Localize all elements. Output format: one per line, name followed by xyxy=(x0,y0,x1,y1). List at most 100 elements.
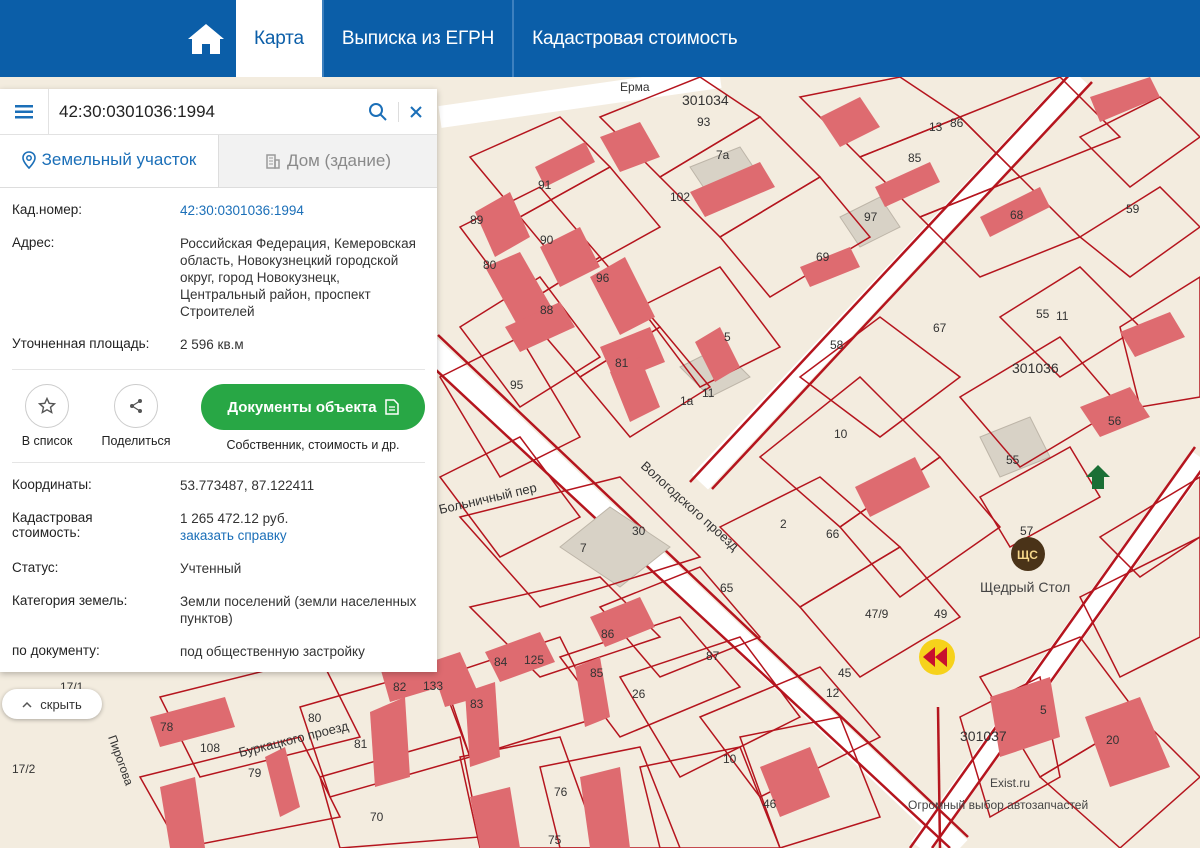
hide-panel-label: скрыть xyxy=(40,696,82,712)
search-divider xyxy=(398,101,399,122)
svg-text:96: 96 xyxy=(596,271,610,285)
area-value: 2 596 кв.м xyxy=(180,337,244,352)
hide-panel-button[interactable]: скрыть xyxy=(2,689,102,719)
svg-text:Exist.ru: Exist.ru xyxy=(990,776,1030,790)
menu-button[interactable] xyxy=(0,89,49,134)
land-category-label: Категория земель: xyxy=(12,593,128,608)
share-circle xyxy=(114,384,158,428)
hamburger-icon xyxy=(15,104,33,118)
svg-text:20: 20 xyxy=(1106,733,1120,747)
search-actions xyxy=(368,101,437,122)
svg-text:59: 59 xyxy=(1126,202,1140,216)
svg-text:80: 80 xyxy=(483,258,497,272)
svg-text:45: 45 xyxy=(838,666,852,680)
tab-cadastral-value[interactable]: Кадастровая стоимость xyxy=(514,0,755,77)
tab-land-parcel-label: Земельный участок xyxy=(41,150,197,169)
location-pin-icon xyxy=(21,151,36,169)
share-icon xyxy=(130,399,142,413)
svg-text:108: 108 xyxy=(200,741,220,755)
tab-egrn-extract[interactable]: Выписка из ЕГРН xyxy=(324,0,512,77)
object-info-panel: Земельный участок Дом (здание) Кад.номер… xyxy=(0,89,437,672)
address-label: Адрес: xyxy=(12,235,55,250)
svg-text:56: 56 xyxy=(1108,414,1122,428)
svg-text:84: 84 xyxy=(494,655,508,669)
svg-text:91: 91 xyxy=(538,178,552,192)
svg-text:82: 82 xyxy=(393,680,407,694)
cadastral-cost-label-line1: Кадастровая xyxy=(12,510,93,525)
cadastral-cost-label-line2: стоимость: xyxy=(12,525,81,540)
svg-text:26: 26 xyxy=(632,687,646,701)
land-category-value: Земли поселений (земли населенных пункто… xyxy=(180,594,417,626)
cadastral-cost-value: 1 265 472.12 руб. xyxy=(180,511,289,526)
cadastral-number-row: Кад.номер: 42:30:0301036:1994 xyxy=(12,188,425,227)
svg-text:301036: 301036 xyxy=(1012,360,1059,376)
svg-text:17/2: 17/2 xyxy=(12,762,36,776)
chevron-up-icon xyxy=(22,701,32,708)
area-row: Уточненная площадь: 2 596 кв.м xyxy=(12,328,425,365)
divider xyxy=(12,369,425,370)
svg-text:5: 5 xyxy=(724,330,731,344)
cadastral-cost-row: Кадастровая стоимость: 1 265 472.12 руб.… xyxy=(12,502,425,552)
svg-text:Ерма: Ерма xyxy=(620,80,650,94)
documents-subtitle: Собственник, стоимость и др. xyxy=(226,438,400,452)
order-certificate-link[interactable]: заказать справку xyxy=(180,528,287,543)
status-row: Статус: Учтенный xyxy=(12,552,425,585)
svg-text:2: 2 xyxy=(780,517,787,531)
svg-text:Щедрый Стол: Щедрый Стол xyxy=(980,579,1070,595)
svg-text:301034: 301034 xyxy=(682,92,729,108)
svg-text:7а: 7а xyxy=(716,148,730,162)
land-category-row: Категория земель: Земли поселений (земли… xyxy=(12,585,425,635)
svg-text:81: 81 xyxy=(615,356,629,370)
tab-building[interactable]: Дом (здание) xyxy=(218,135,437,187)
object-documents-label: Документы объекта xyxy=(227,398,377,416)
svg-text:65: 65 xyxy=(720,581,734,595)
search-icon[interactable] xyxy=(368,102,388,122)
document-icon xyxy=(384,399,399,415)
search-input[interactable] xyxy=(49,100,368,123)
svg-text:57: 57 xyxy=(1020,524,1034,538)
svg-text:11: 11 xyxy=(702,386,715,400)
svg-text:11: 11 xyxy=(1056,309,1069,323)
svg-text:301037: 301037 xyxy=(960,728,1007,744)
permitted-use-label: по документу: xyxy=(12,643,100,658)
parcel-details: Координаты: 53.773487, 87.122411 Кадастр… xyxy=(0,462,437,672)
svg-text:95: 95 xyxy=(510,378,524,392)
svg-text:85: 85 xyxy=(590,666,604,680)
svg-text:12: 12 xyxy=(826,686,840,700)
svg-text:79: 79 xyxy=(248,766,262,780)
coordinates-value: 53.773487, 87.122411 xyxy=(180,478,315,493)
svg-text:83: 83 xyxy=(470,697,484,711)
svg-text:102: 102 xyxy=(670,190,690,204)
coordinates-row: Координаты: 53.773487, 87.122411 xyxy=(12,467,425,502)
svg-text:1а: 1а xyxy=(680,394,694,408)
svg-text:76: 76 xyxy=(554,785,568,799)
cadastral-number-link[interactable]: 42:30:0301036:1994 xyxy=(180,203,304,218)
svg-text:7: 7 xyxy=(580,541,587,555)
svg-text:81: 81 xyxy=(354,737,368,751)
share-button[interactable]: Поделиться xyxy=(92,384,180,448)
documents-block: Документы объекта Собственник, стоимость… xyxy=(201,384,425,452)
svg-text:78: 78 xyxy=(160,720,174,734)
tab-land-parcel[interactable]: Земельный участок xyxy=(0,135,218,187)
home-area xyxy=(0,0,236,77)
svg-text:68: 68 xyxy=(1010,208,1024,222)
svg-text:10: 10 xyxy=(834,427,848,441)
object-documents-button[interactable]: Документы объекта xyxy=(201,384,425,430)
svg-text:66: 66 xyxy=(826,527,840,541)
home-button[interactable] xyxy=(176,22,236,56)
svg-text:133: 133 xyxy=(423,679,443,693)
add-to-list-button[interactable]: В список xyxy=(12,384,82,448)
svg-text:69: 69 xyxy=(816,250,830,264)
svg-text:55: 55 xyxy=(1036,307,1050,321)
svg-text:46: 46 xyxy=(763,797,777,811)
address-value: Российская Федерация, Кемеровская област… xyxy=(180,236,416,319)
svg-text:86: 86 xyxy=(950,116,964,130)
building-icon xyxy=(266,154,280,169)
tab-map[interactable]: Карта xyxy=(236,0,322,77)
svg-text:90: 90 xyxy=(540,233,554,247)
close-icon[interactable] xyxy=(409,105,423,119)
svg-text:47/9: 47/9 xyxy=(865,607,889,621)
svg-text:89: 89 xyxy=(470,213,484,227)
add-to-list-label: В список xyxy=(21,434,73,448)
status-label: Статус: xyxy=(12,560,59,575)
